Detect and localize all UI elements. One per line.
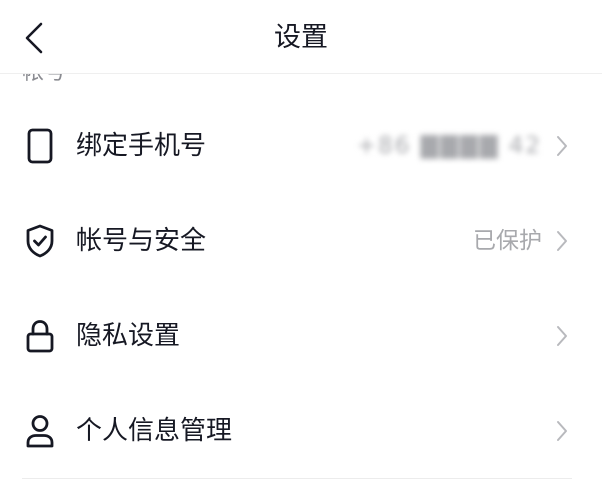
- settings-row-bind-phone[interactable]: 绑定手机号 +86 ▇▇▇▇ 42: [0, 98, 602, 194]
- top-navigation-bar: 设置: [0, 0, 602, 74]
- row-label: 隐私设置: [76, 321, 181, 351]
- row-label: 个人信息管理: [76, 416, 233, 446]
- lock-icon: [22, 318, 58, 354]
- section-divider: [22, 478, 572, 479]
- row-label: 绑定手机号: [76, 131, 207, 161]
- settings-row-privacy[interactable]: 隐私设置: [0, 288, 602, 384]
- security-status: 已保护: [473, 228, 542, 254]
- chevron-right-icon: [554, 133, 570, 159]
- chevron-right-icon: [554, 323, 570, 349]
- page-title: 设置: [274, 22, 328, 53]
- chevron-right-icon: [554, 418, 570, 444]
- masked-phone-number: +86 ▇▇▇▇ 42: [356, 133, 542, 159]
- person-icon: [22, 413, 58, 449]
- settings-row-personal-info[interactable]: 个人信息管理: [0, 383, 602, 479]
- settings-row-account-security[interactable]: 帐号与安全 已保护: [0, 193, 602, 289]
- phone-icon: [22, 128, 58, 164]
- shield-check-icon: [22, 223, 58, 259]
- chevron-right-icon: [554, 228, 570, 254]
- row-label: 帐号与安全: [76, 226, 207, 256]
- settings-page: 帐号 设置 绑定手机号 +86 ▇▇▇▇ 42: [0, 0, 602, 486]
